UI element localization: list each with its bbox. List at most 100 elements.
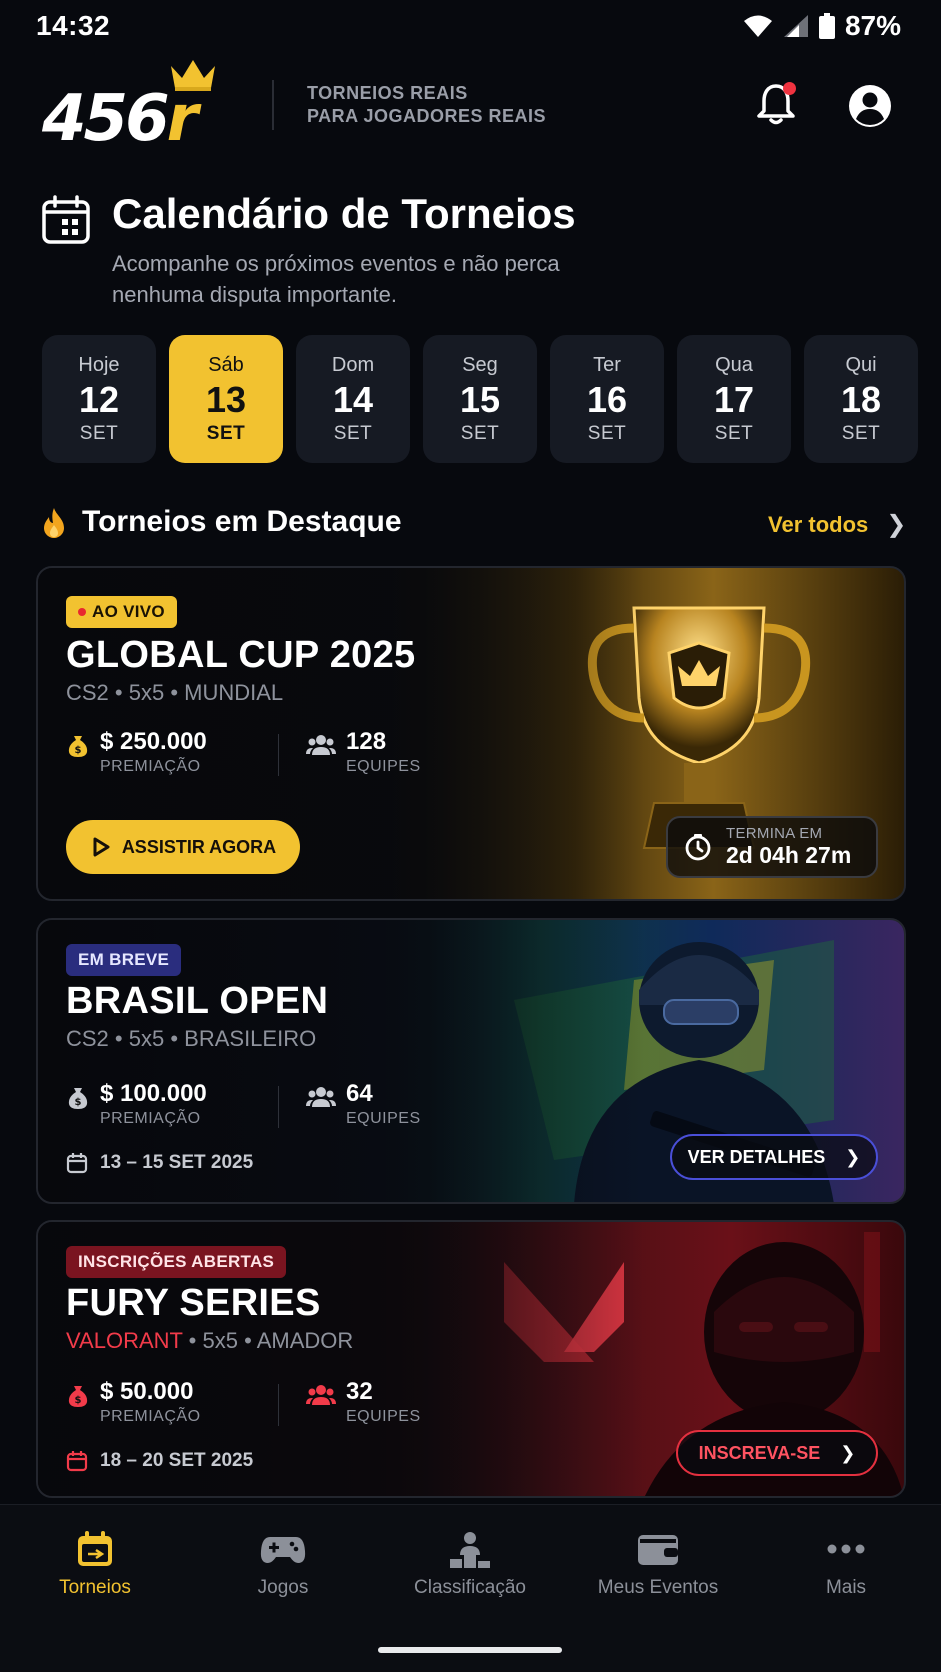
date-range-text: 18 – 20 SET 2025: [100, 1450, 254, 1471]
nav-label: Jogos: [257, 1577, 309, 1598]
nav-item-meus-eventos[interactable]: Meus Eventos: [573, 1529, 743, 1599]
page-subtitle: Acompanhe os próximos eventos e não perc…: [112, 251, 560, 307]
day-chip-17[interactable]: Qua 17 SET: [677, 335, 791, 463]
day-name: Seg: [462, 353, 498, 376]
meta-game: CS2: [66, 1026, 109, 1051]
date-range-text: 13 – 15 SET 2025: [100, 1152, 254, 1173]
subscribe-label: INSCREVA-SE: [698, 1442, 821, 1463]
day-month: SET: [587, 422, 627, 444]
day-name: Sáb: [208, 353, 244, 376]
stat-divider: [278, 734, 279, 776]
day-number: 18: [840, 378, 882, 420]
day-name: Ter: [593, 353, 621, 376]
day-name: Dom: [331, 353, 375, 376]
nav-item-classificacao[interactable]: Classificação: [385, 1529, 555, 1599]
prize-value: $ 100.000: [100, 1080, 207, 1107]
signal-icon: [783, 15, 808, 37]
prize-value: $ 250.000: [100, 728, 207, 755]
prize-stat: $ $ 250.000 PREMIAÇÃO: [66, 728, 207, 776]
nav-item-jogos[interactable]: Jogos: [198, 1529, 368, 1599]
status-badge: AO VIVO: [66, 596, 177, 628]
people-icon: [306, 735, 336, 755]
day-month: SET: [841, 422, 881, 444]
gamepad-icon: [260, 1537, 306, 1563]
day-month: SET: [460, 422, 500, 444]
tournament-title: FURY SERIES: [66, 1282, 321, 1324]
more-icon: [827, 1544, 865, 1554]
calendar-icon: [42, 195, 90, 244]
day-number: 13: [205, 378, 247, 420]
day-chip-18[interactable]: Qui 18 SET: [804, 335, 918, 463]
meta-format: 5x5: [128, 680, 165, 705]
profile-button[interactable]: [848, 84, 894, 130]
stat-divider: [278, 1384, 279, 1426]
tournament-title: GLOBAL CUP 2025: [66, 634, 416, 676]
prize-value: $ 50.000: [100, 1378, 194, 1405]
day-number: 16: [586, 378, 628, 420]
meta-scope: BRASILEIRO: [184, 1026, 317, 1051]
nav-item-torneios[interactable]: Torneios: [10, 1529, 180, 1599]
day-name: Hoje: [78, 353, 120, 376]
svg-text:$: $: [75, 1395, 82, 1406]
battery-level: 87%: [844, 10, 901, 41]
notifications-button[interactable]: [756, 82, 800, 128]
day-chip-14[interactable]: Dom 14 SET: [296, 335, 410, 463]
home-indicator[interactable]: [378, 1647, 562, 1653]
people-icon: [306, 1087, 336, 1107]
logo-r: r: [166, 82, 199, 156]
tagline-line-1: TORNEIOS REAIS: [307, 83, 468, 103]
badge-label: AO VIVO: [92, 602, 165, 621]
day-number: 12: [78, 378, 120, 420]
day-chip-13[interactable]: Sáb 13 SET: [169, 335, 283, 463]
chevron-right-icon: ❯: [840, 1442, 856, 1463]
clock-icon: [685, 834, 711, 861]
nav-item-mais[interactable]: Mais: [761, 1529, 931, 1599]
view-details-label: VER DETALHES: [687, 1146, 826, 1167]
day-number: 14: [332, 378, 374, 420]
subscribe-button[interactable]: INSCREVA-SE ❯: [676, 1430, 878, 1476]
bottom-navigation: Torneios Jogos Classificação Meus Evento…: [0, 1504, 941, 1672]
app-logo[interactable]: 456r: [42, 52, 252, 156]
teams-value: 64: [346, 1080, 373, 1107]
tagline: TORNEIOS REAIS PARA JOGADORES REAIS: [307, 82, 546, 128]
tagline-line-2: PARA JOGADORES REAIS: [307, 106, 547, 126]
day-selector: Hoje 12 SET Sáb 13 SET Dom 14 SET Seg 15 SET Ter…: [42, 335, 918, 463]
nav-label: Meus Eventos: [597, 1577, 719, 1598]
tournament-card-global-cup[interactable]: AO VIVO GLOBAL CUP 2025 CS2 • 5x5 • MUND…: [36, 566, 906, 901]
day-chip-16[interactable]: Ter 16 SET: [550, 335, 664, 463]
timer-value: 2d 04h 27m: [726, 842, 852, 868]
svg-text:$: $: [75, 1097, 82, 1108]
see-all-link[interactable]: Ver todos ❯: [768, 510, 906, 539]
countdown-timer: TERMINA EM 2d 04h 27m: [666, 816, 878, 878]
page-title: Calendário de Torneios: [112, 190, 576, 237]
day-month: SET: [714, 422, 754, 444]
tournament-card-brasil-open[interactable]: EM BREVE BRASIL OPEN CS2 • 5x5 • BRASILE…: [36, 918, 906, 1204]
ranking-icon: [450, 1532, 490, 1568]
day-number: 17: [713, 378, 755, 420]
tournament-card-fury-series[interactable]: INSCRIÇÕES ABERTAS FURY SERIES VALORANT …: [36, 1220, 906, 1498]
nav-label: Classificação: [414, 1577, 526, 1598]
people-icon: [306, 1385, 336, 1405]
watch-now-button[interactable]: ASSISTIR AGORA: [66, 820, 300, 874]
view-details-button[interactable]: VER DETALHES ❯: [670, 1134, 878, 1180]
date-range: 18 – 20 SET 2025: [66, 1450, 253, 1472]
battery-icon: [818, 13, 835, 39]
status-icons: 87%: [743, 10, 901, 42]
timer-label: TERMINA EM: [726, 825, 823, 842]
watch-now-label: ASSISTIR AGORA: [121, 836, 277, 857]
day-chip-15[interactable]: Seg 15 SET: [423, 335, 537, 463]
teams-stat: 32 EQUIPES: [306, 1378, 421, 1426]
prize-stat: $ $ 100.000 PREMIAÇÃO: [66, 1080, 207, 1128]
money-bag-icon: $: [68, 736, 88, 757]
day-chip-12[interactable]: Hoje 12 SET: [42, 335, 156, 463]
stat-divider: [278, 1086, 279, 1128]
live-dot: [78, 608, 86, 616]
status-time: 14:32: [36, 10, 111, 41]
see-all-label: Ver todos: [768, 511, 869, 537]
calendar-small-icon: [66, 1153, 88, 1174]
day-month: SET: [333, 422, 373, 444]
user-icon: [849, 85, 891, 127]
section-title: Torneios em Destaque: [82, 505, 402, 538]
meta-scope: AMADOR: [256, 1328, 354, 1353]
prize-label: PREMIAÇÃO: [100, 758, 201, 775]
